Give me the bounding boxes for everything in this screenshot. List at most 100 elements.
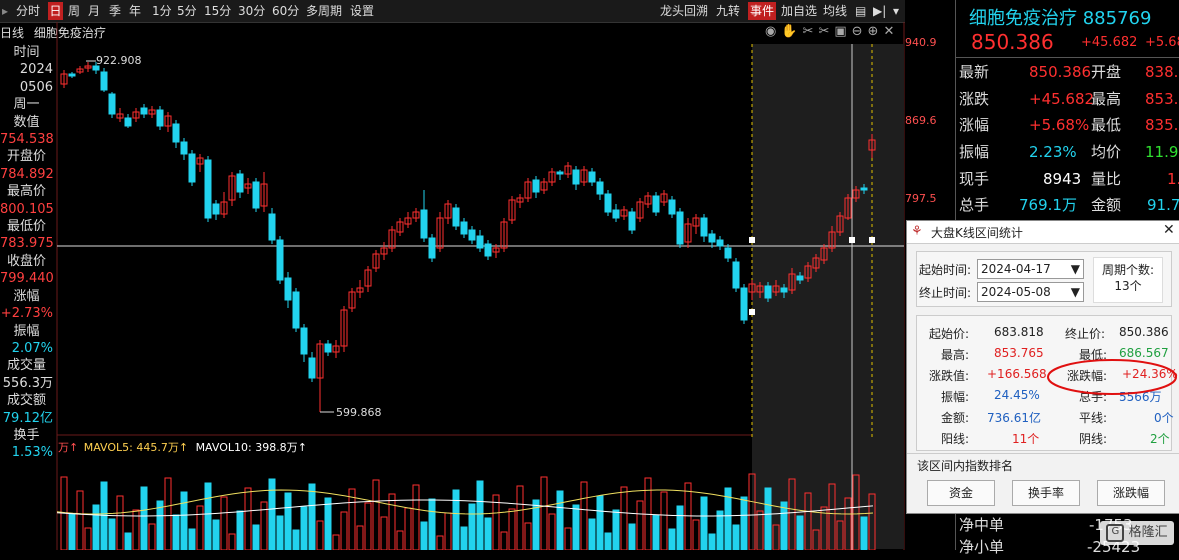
candle-body-69 (612, 209, 620, 219)
volume-bar-41 (388, 493, 396, 550)
volume-unit: 万 (58, 441, 69, 454)
candle-body-90 (780, 287, 788, 293)
volume-bar-56 (508, 508, 516, 550)
tab-intraday[interactable]: 分时 (16, 2, 40, 20)
collapse-icon[interactable]: ▸ (2, 2, 8, 20)
up-count-label: 阳线: (941, 432, 970, 446)
volume-bar-5 (100, 481, 108, 550)
volume-bar-88 (764, 487, 772, 550)
candlestick-chart[interactable] (0, 22, 905, 550)
volume-bar-49 (452, 489, 460, 550)
end-date-select[interactable]: 2024-05-08 ▼ (977, 282, 1084, 302)
candle-body-71 (628, 211, 636, 231)
volume-bar-39 (372, 479, 380, 550)
button-add-watchlist[interactable]: 加自选 (781, 2, 817, 20)
highlight-ellipse (1047, 359, 1177, 395)
volume-bar-55 (500, 531, 508, 550)
button-nine-turn[interactable]: 九转 (716, 2, 740, 20)
volume-bar-42 (396, 530, 404, 550)
down-count-label: 阴线: (1079, 432, 1108, 446)
candle-body-5 (100, 71, 108, 91)
button-moving-average[interactable]: 均线 (823, 2, 847, 20)
candle-body-100 (860, 187, 868, 191)
tab-1min[interactable]: 1分 (152, 2, 172, 20)
tab-30min[interactable]: 30分 (238, 2, 265, 20)
volume-bar-15 (180, 491, 188, 550)
selection-handle-2 (749, 309, 755, 315)
volume-bar-38 (364, 502, 372, 550)
button-leader-review[interactable]: 龙头回溯 (660, 2, 708, 20)
volume-bar-79 (692, 519, 700, 550)
menu-icon[interactable]: ▤ (855, 2, 866, 20)
dialog-header: ⚘ 大盘K线区间统计 ✕ (907, 221, 1179, 244)
down-count-value: 2个 (1150, 432, 1170, 446)
tab-yearly[interactable]: 年 (129, 2, 141, 20)
dropdown-arrow-icon: ▼ (1070, 262, 1080, 276)
tab-multi-period[interactable]: 多周期 (306, 2, 342, 20)
tab-weekly[interactable]: 周 (68, 2, 80, 20)
price-tick-1: 940.9 (905, 36, 937, 49)
volume-bar-80 (700, 496, 708, 550)
volume-header: 万↑ MAVOL5: 445.7万↑ MAVOL10: 398.8万↑ (58, 441, 307, 454)
chevron-down-icon[interactable]: ▾ (893, 2, 899, 20)
mavol10-label: MAVOL10: 398.8万 (195, 441, 298, 454)
interval-stats-dialog: ⚘ 大盘K线区间统计 ✕ 起始时间: 2024-04-17 ▼ 终止时间: 202… (906, 220, 1179, 514)
candle-body-1 (68, 73, 76, 77)
candle-body-45 (420, 209, 428, 239)
candle-body-68 (604, 193, 612, 213)
candle-body-30 (300, 327, 308, 355)
rank-change-button[interactable]: 涨跌幅 (1097, 480, 1165, 506)
high-annotation: 922.908 (96, 54, 142, 67)
volume-bar-6 (108, 518, 116, 550)
rank-turnover-button[interactable]: 换手率 (1012, 480, 1080, 506)
period-count-value: 13个 (1114, 279, 1142, 293)
tab-daily[interactable]: 日 (48, 2, 63, 20)
collapse-right-icon[interactable]: ▶| (873, 2, 886, 20)
button-events[interactable]: 事件 (748, 2, 777, 20)
tab-quarterly[interactable]: 季 (109, 2, 121, 20)
volume-bar-16 (188, 528, 196, 550)
tab-60min[interactable]: 60分 (272, 2, 299, 20)
candle-body-14 (172, 123, 180, 143)
volume-bar-52 (476, 480, 484, 550)
tab-5min[interactable]: 5分 (177, 2, 197, 20)
volume-bar-1 (68, 513, 76, 550)
dialog-title: 大盘K线区间统计 (931, 226, 1023, 240)
volume-bar-14 (172, 514, 180, 550)
candle-body-88 (764, 285, 772, 299)
end-label: 终止时间: (919, 286, 972, 300)
amount-label: 金额: (941, 411, 970, 425)
close-icon[interactable]: ✕ (1163, 222, 1175, 238)
volume-bar-72 (636, 500, 644, 550)
volume-bar-62 (556, 490, 564, 550)
quote-row-total: 总手769.1万 金额91.75 (959, 196, 1179, 214)
volume-bar-4 (92, 504, 100, 550)
volume-bar-10 (140, 486, 148, 550)
volume-bar-34 (332, 534, 340, 550)
volume-bar-45 (420, 521, 428, 550)
volume-bar-13 (164, 477, 172, 550)
quote-row-amplitude: 振幅 2.23% 均价 11.9 (959, 143, 1179, 161)
up-count-value: 11个 (1012, 432, 1040, 446)
volume-bar-22 (236, 510, 244, 550)
volume-bar-43 (404, 507, 412, 550)
volume-bar-24 (252, 524, 260, 550)
candle-body-49 (452, 207, 460, 227)
mavol5-line (56, 489, 874, 515)
volume-bar-11 (148, 523, 156, 550)
volume-bar-8 (124, 532, 132, 550)
tab-15min[interactable]: 15分 (204, 2, 231, 20)
volume-bar-76 (668, 528, 676, 550)
tab-monthly[interactable]: 月 (88, 2, 100, 20)
volume-bar-18 (204, 482, 212, 550)
tab-settings[interactable]: 设置 (350, 2, 374, 20)
rank-capital-button[interactable]: 资金 (927, 480, 995, 506)
start-date-select[interactable]: 2024-04-17 ▼ (977, 259, 1084, 279)
candle-body-77 (676, 211, 684, 245)
amplitude-value: 24.45% (994, 388, 1040, 402)
candle-body-53 (484, 243, 492, 257)
selection-handle-0 (749, 237, 755, 243)
start-label: 起始时间: (919, 263, 972, 277)
candle-body-67 (596, 181, 604, 195)
dropdown-arrow-icon: ▼ (1070, 285, 1080, 299)
